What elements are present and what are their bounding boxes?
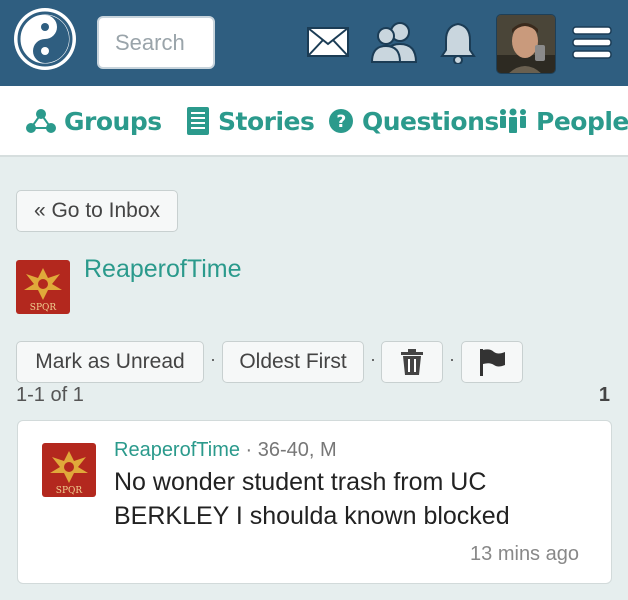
go-to-inbox-button[interactable]: « Go to Inbox <box>16 190 178 232</box>
message-range: 1-1 of 1 <box>16 384 84 406</box>
mark-unread-button[interactable]: Mark as Unread <box>16 341 204 383</box>
sender-avatar[interactable]: SPQR <box>16 260 70 314</box>
yin-yang-logo-icon[interactable] <box>14 8 76 70</box>
friends-icon[interactable] <box>370 20 418 69</box>
nav-groups[interactable]: Groups <box>26 104 162 138</box>
delete-button[interactable] <box>381 341 443 383</box>
svg-text:?: ? <box>336 112 345 132</box>
trash-icon <box>401 349 423 375</box>
search-input[interactable]: Search <box>97 16 215 69</box>
nav-people-label: People <box>536 106 628 136</box>
top-header: Search <box>0 0 628 86</box>
message-sender-name[interactable]: ReaperofTime <box>114 439 240 461</box>
stories-icon <box>187 107 209 135</box>
nav-questions-label: Questions <box>362 106 499 136</box>
separator: · <box>370 349 376 369</box>
people-icon <box>500 108 526 133</box>
main-nav: Groups Stories ? Questions People <box>0 86 628 157</box>
svg-text:SPQR: SPQR <box>56 486 83 496</box>
page-number[interactable]: 1 <box>599 384 610 407</box>
nav-groups-label: Groups <box>64 106 162 136</box>
message-text: No wonder student trash from UC BERKLEY … <box>114 468 510 530</box>
avatar[interactable] <box>496 14 556 74</box>
svg-text:SPQR: SPQR <box>30 303 57 313</box>
report-button[interactable] <box>461 341 523 383</box>
sender-name[interactable]: ReaperofTime <box>84 255 241 284</box>
message-meta: ReaperofTime · 36-40, M <box>114 439 337 462</box>
flag-icon <box>480 349 505 376</box>
bell-icon[interactable] <box>440 20 476 69</box>
sort-button[interactable]: Oldest First <box>222 341 364 383</box>
message-card: SPQR ReaperofTime · 36-40, M No wonder s… <box>17 420 612 584</box>
groups-icon <box>26 109 56 133</box>
nav-stories-label: Stories <box>218 106 315 136</box>
separator: · <box>449 349 455 369</box>
nav-questions[interactable]: ? Questions <box>328 104 499 138</box>
nav-stories[interactable]: Stories <box>186 104 315 138</box>
message-timestamp: 13 mins ago <box>470 543 579 565</box>
message-avatar[interactable]: SPQR <box>42 443 96 497</box>
separator: · <box>210 349 216 369</box>
message-demographics: · 36-40, M <box>239 439 337 461</box>
menu-icon[interactable] <box>572 26 612 65</box>
nav-people[interactable]: People <box>498 104 628 138</box>
mail-icon[interactable] <box>306 26 350 63</box>
question-icon: ? <box>329 109 353 133</box>
